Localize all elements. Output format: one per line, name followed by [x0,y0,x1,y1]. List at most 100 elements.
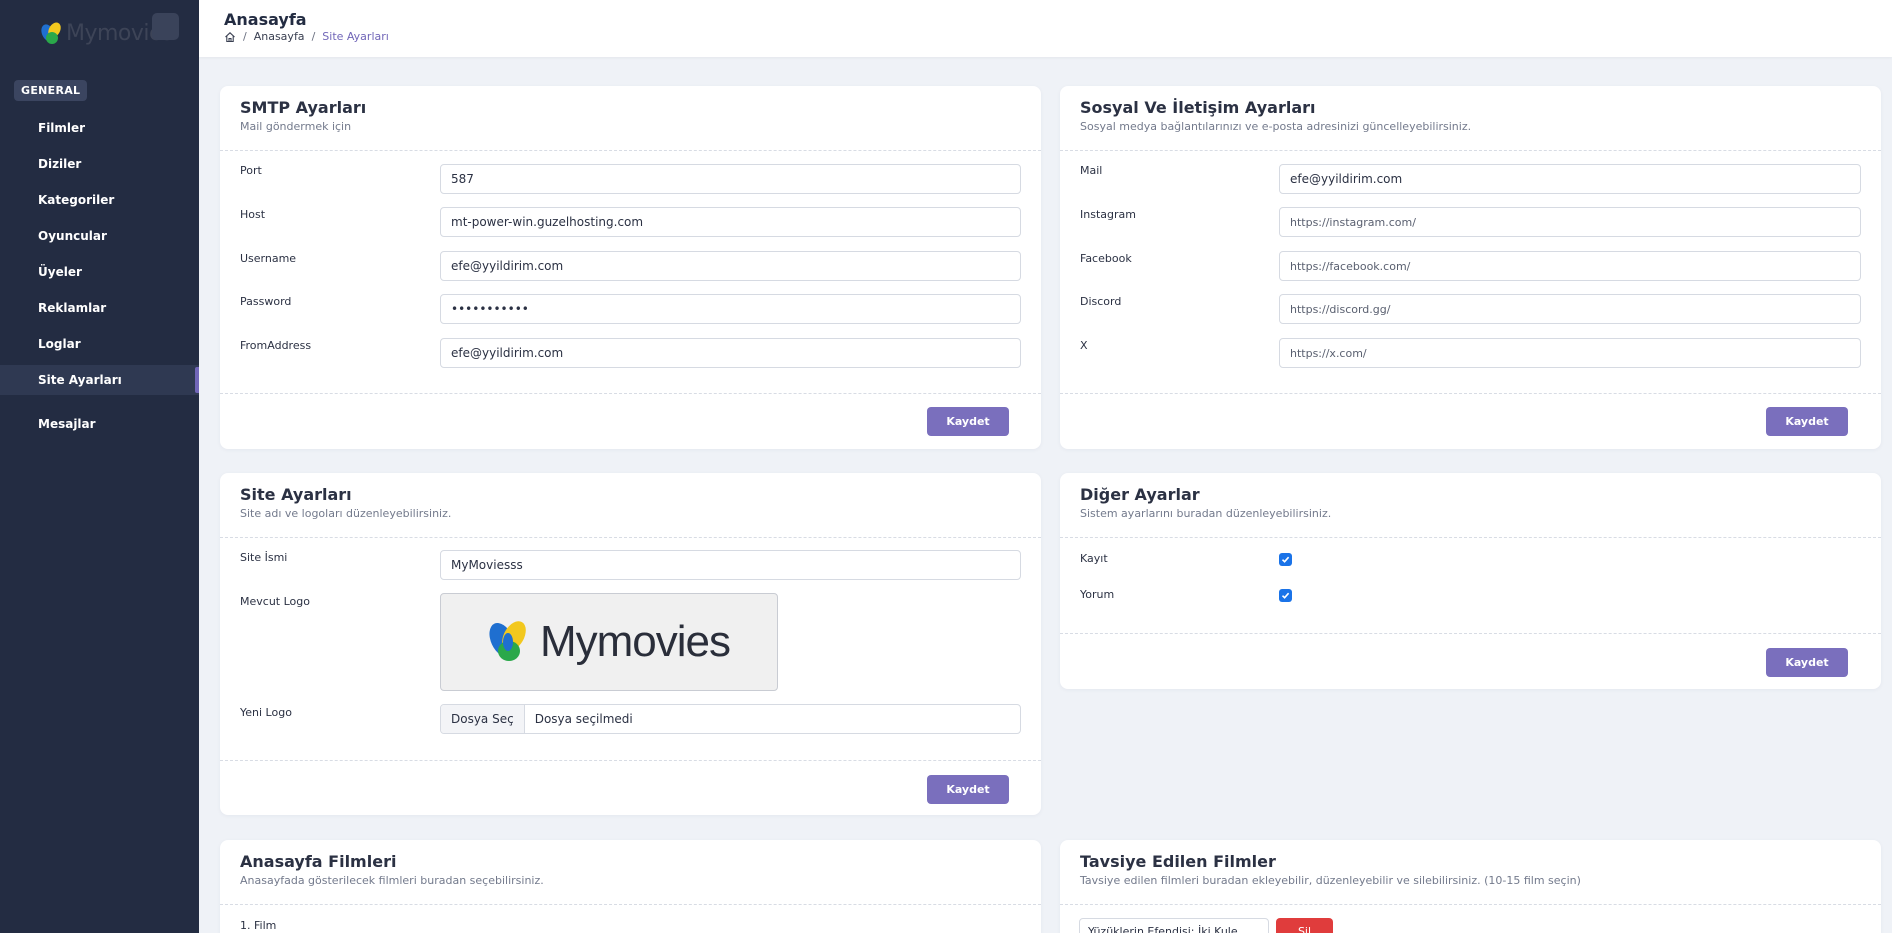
recommended-movies-card: Tavsiye Edilen Filmler Tavsiye edilen fi… [1060,840,1881,933]
card-divider [220,537,1041,538]
fromaddress-input[interactable]: efe@yyildirim.com [440,338,1021,368]
card-divider [220,760,1041,761]
other-save-button[interactable]: Kaydet [1766,648,1848,677]
card-subtitle: Mail göndermek için [240,120,352,133]
sidebar-item-loglar[interactable]: Loglar [0,329,199,359]
breadcrumb-separator: / [311,30,316,43]
port-input[interactable]: 587 [440,164,1021,194]
card-title: Diğer Ayarlar [1080,485,1200,504]
home-movies-card: Anasayfa Filmleri Anasayfada gösterilece… [220,840,1041,933]
check-icon [1281,592,1290,599]
sidebar-item-site-ayarlari[interactable]: Site Ayarları [0,365,199,395]
breadcrumb-item-anasayfa[interactable]: Anasayfa [254,30,305,43]
recommended-film-select[interactable]: Yüzüklerin Efendisi: İki Kule [1079,918,1269,933]
x-label: X [1080,339,1088,352]
site-settings-card: Site Ayarları Site adı ve logoları düzen… [220,473,1041,815]
mail-label: Mail [1080,164,1103,177]
card-subtitle: Site adı ve logoları düzenleyebilirsiniz… [240,507,452,520]
kayit-label: Kayıt [1080,552,1108,565]
sidebar-item-label: Filmler [38,121,86,135]
sidebar-item-label: Mesajlar [38,417,96,431]
password-label: Password [240,295,292,308]
sidebar-section-general: GENERAL [14,80,88,101]
kayit-checkbox[interactable] [1279,553,1292,566]
card-subtitle: Sistem ayarlarını buradan düzenleyebilir… [1080,507,1332,520]
sidebar-item-label: Oyuncular [38,229,107,243]
delete-film-button[interactable]: Sil [1276,918,1333,933]
card-divider [220,904,1041,905]
page-title: Anasayfa [224,10,307,29]
sidebar-item-reklamlar[interactable]: Reklamlar [0,293,199,323]
topbar: Anasayfa / Anasayfa / Site Ayarları [199,0,1892,57]
site-name-input[interactable]: MyMoviesss [440,550,1021,580]
host-label: Host [240,208,266,221]
other-settings-card: Diğer Ayarlar Sistem ayarlarını buradan … [1060,473,1881,689]
new-logo-label: Yeni Logo [240,706,292,719]
sidebar-item-label: Reklamlar [38,301,107,315]
sidebar-item-mesajlar[interactable]: Mesajlar [0,409,199,439]
breadcrumb-item-current: Site Ayarları [322,30,389,43]
card-divider [1060,150,1881,151]
choose-file-button[interactable]: Dosya Seç [441,705,525,733]
sidebar-item-filmler[interactable]: Filmler [0,113,199,143]
username-label: Username [240,252,297,265]
card-subtitle: Sosyal medya bağlantılarınızı ve e-posta… [1080,120,1472,133]
yorum-label: Yorum [1080,588,1115,601]
card-divider [1060,393,1881,394]
card-divider [1060,537,1881,538]
social-settings-card: Sosyal Ve İletişim Ayarları Sosyal medya… [1060,86,1881,449]
password-input[interactable]: ••••••••••• [440,294,1021,324]
card-title: Anasayfa Filmleri [240,852,397,871]
social-save-button[interactable]: Kaydet [1766,407,1848,436]
facebook-label: Facebook [1080,252,1132,265]
sidebar: Mymovies GENERAL Filmler Diziler Kategor… [0,0,199,933]
x-input[interactable]: https://x.com/ [1279,338,1861,368]
check-icon [1281,556,1290,563]
username-input[interactable]: efe@yyildirim.com [440,251,1021,281]
sidebar-item-label: Site Ayarları [38,373,122,387]
breadcrumb-separator: / [243,30,247,43]
card-subtitle: Anasayfada gösterilecek filmleri buradan… [240,874,544,887]
card-subtitle: Tavsiye edilen filmleri buradan ekleyebi… [1080,874,1581,887]
card-divider [220,150,1041,151]
sidebar-item-oyuncular[interactable]: Oyuncular [0,221,199,251]
breadcrumb: / Anasayfa / Site Ayarları [224,30,389,43]
sidebar-toggle-button[interactable] [152,13,179,40]
sidebar-item-uyeler[interactable]: Üyeler [0,257,199,287]
sidebar-item-label: Kategoriler [38,193,115,207]
card-title: SMTP Ayarları [240,98,367,117]
yorum-checkbox[interactable] [1279,589,1292,602]
file-status-text: Dosya seçilmedi [534,712,633,726]
discord-label: Discord [1080,295,1122,308]
facebook-input[interactable]: https://facebook.com/ [1279,251,1861,281]
mail-input[interactable]: efe@yyildirim.com [1279,164,1861,194]
fromaddress-label: FromAddress [240,339,312,352]
host-input[interactable]: mt-power-win.guzelhosting.com [440,207,1021,237]
card-title: Tavsiye Edilen Filmler [1080,852,1276,871]
card-title: Site Ayarları [240,485,352,504]
current-logo-image: Mymovies [440,593,778,691]
sidebar-item-label: Diziler [38,157,82,171]
card-divider [220,393,1041,394]
home-icon[interactable] [224,31,236,43]
new-logo-file-input[interactable]: Dosya Seç Dosya seçilmedi [440,704,1021,734]
port-label: Port [240,164,262,177]
instagram-label: Instagram [1080,208,1136,221]
current-logo-label: Mevcut Logo [240,595,310,608]
site-save-button[interactable]: Kaydet [927,775,1009,804]
film-1-label: 1. Film [240,919,277,932]
logo-mark-icon [489,621,526,661]
logo-wordmark: Mymovies [539,617,731,666]
smtp-settings-card: SMTP Ayarları Mail göndermek için Port 5… [220,86,1041,449]
brand-mark-icon [38,20,64,46]
card-divider [1060,633,1881,634]
discord-input[interactable]: https://discord.gg/ [1279,294,1861,324]
instagram-input[interactable]: https://instagram.com/ [1279,207,1861,237]
card-title: Sosyal Ve İletişim Ayarları [1080,98,1316,117]
sidebar-item-label: Loglar [38,337,81,351]
card-divider [1060,904,1881,905]
sidebar-item-kategoriler[interactable]: Kategoriler [0,185,199,215]
smtp-save-button[interactable]: Kaydet [927,407,1009,436]
sidebar-item-label: Üyeler [38,265,82,279]
sidebar-item-diziler[interactable]: Diziler [0,149,199,179]
